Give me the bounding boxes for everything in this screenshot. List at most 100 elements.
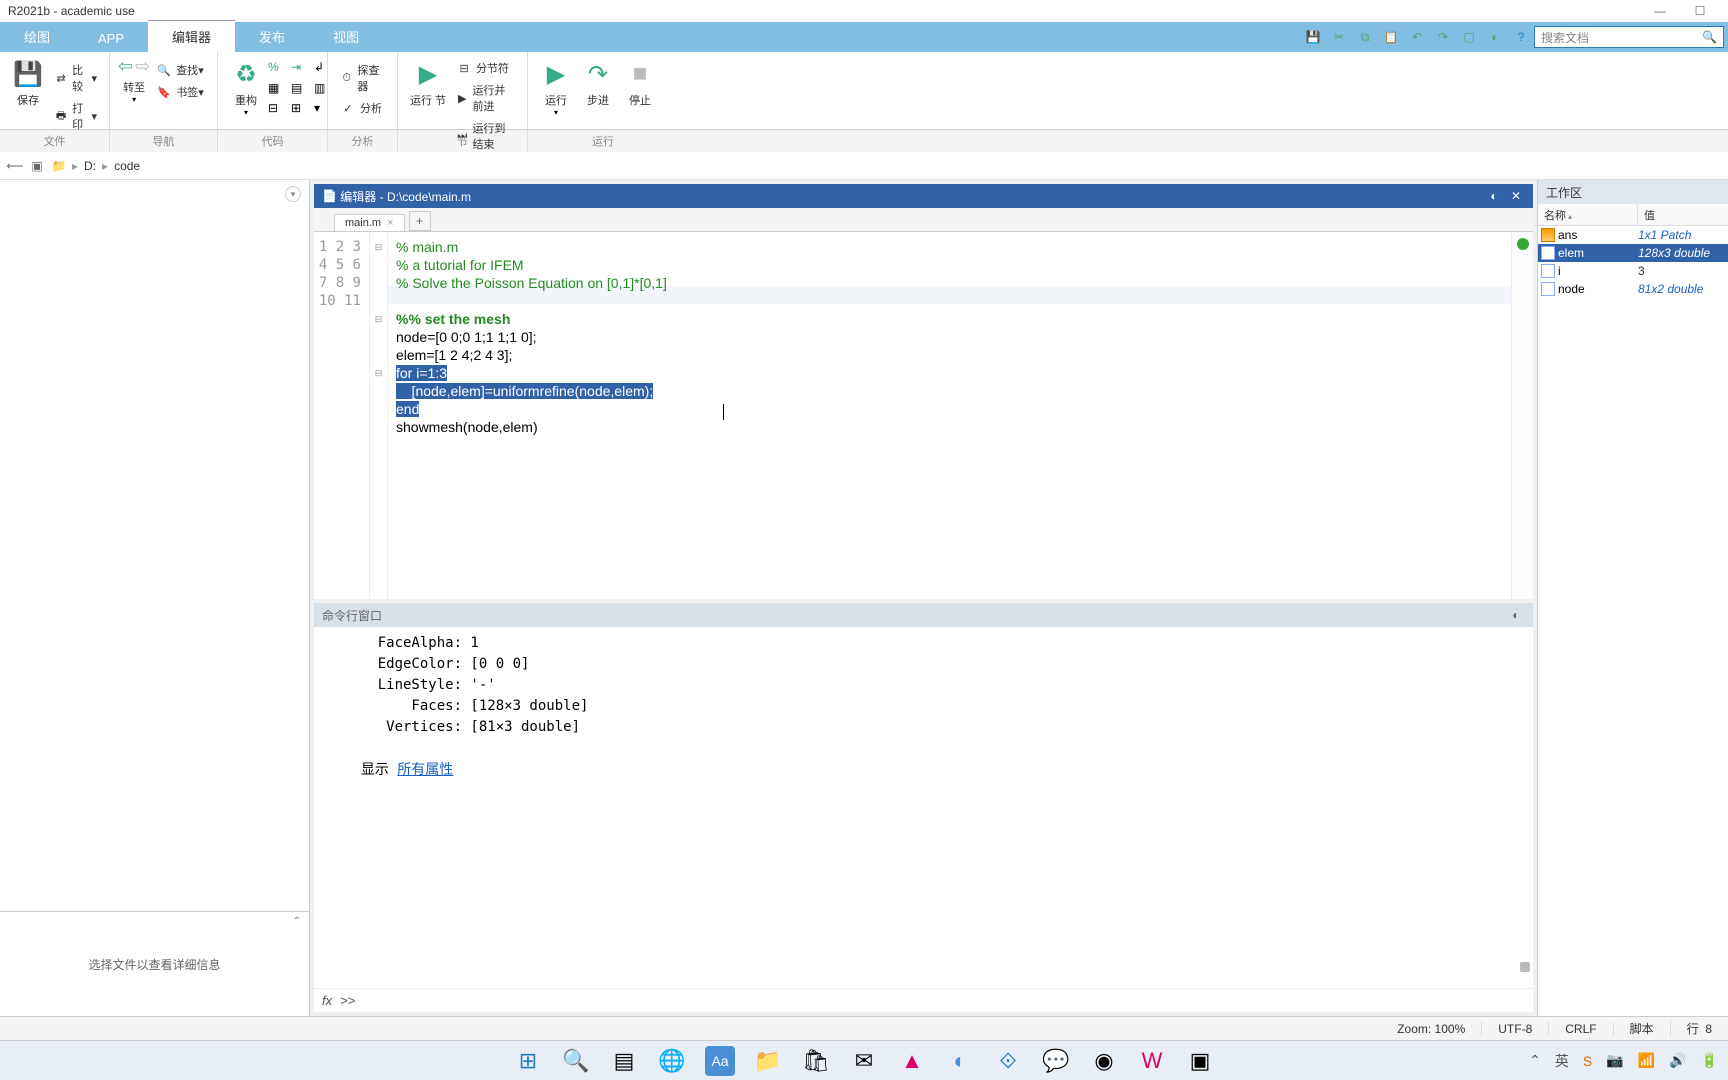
status-bar: Zoom: 100% UTF-8 CRLF 脚本 行 8 — [0, 1016, 1728, 1040]
tab-app[interactable]: APP — [74, 25, 148, 52]
copy-icon[interactable]: ⧉ — [1354, 26, 1376, 48]
section-break-button[interactable]: ⊟分节符 — [452, 58, 519, 78]
search-doc-input[interactable]: 搜索文档 🔍 — [1534, 26, 1724, 48]
undo-icon[interactable]: ↶ — [1406, 26, 1428, 48]
save-quick-icon[interactable]: 💾 — [1302, 26, 1324, 48]
compare-button[interactable]: ⇄比较 ▾ — [50, 60, 101, 96]
command-prompt[interactable]: fx >> — [314, 988, 1533, 1012]
wps-icon[interactable]: W — [1137, 1046, 1167, 1076]
tab-view[interactable]: 视图 — [309, 21, 383, 52]
group-section: 节 — [398, 130, 528, 152]
step-button[interactable]: ↷ 步进 — [578, 56, 618, 119]
tray-battery-icon[interactable]: 🔋 — [1701, 1052, 1718, 1069]
extra-icon[interactable]: ▣ — [1185, 1046, 1215, 1076]
maximize-button[interactable]: ☐ — [1680, 4, 1720, 18]
obs-icon[interactable]: ◉ — [1089, 1046, 1119, 1076]
app-title: R2021b - academic use — [8, 4, 135, 18]
prefs-icon[interactable]: ◐ — [1484, 26, 1506, 48]
play-icon: ▶ — [540, 58, 572, 90]
mail-icon[interactable]: ✉ — [849, 1046, 879, 1076]
run-button[interactable]: ▶ 运行▾ — [536, 56, 576, 119]
workspace-table: 名称▴ 值 ans1x1 Patchelem128x3 doublei3node… — [1538, 204, 1728, 1016]
expand-icon[interactable]: ⊞ — [291, 101, 311, 119]
ws-var-i[interactable]: i3 — [1538, 262, 1728, 280]
tray-camera-icon[interactable]: 📷 — [1606, 1052, 1623, 1069]
save-button[interactable]: 💾 保存 — [8, 56, 48, 134]
status-zoom[interactable]: Zoom: 100% — [1381, 1022, 1482, 1036]
todo-icon[interactable]: ◐ — [945, 1046, 975, 1076]
command-output[interactable]: FaceAlpha: 1 EdgeColor: [0 0 0] LineStyl… — [314, 627, 1533, 988]
search-task-icon[interactable]: 🔍 — [561, 1046, 591, 1076]
command-window-header: 命令行窗口 ◐ — [314, 603, 1533, 627]
folder-icon[interactable]: 📁 — [50, 157, 68, 175]
layout-icon[interactable]: ▢ — [1458, 26, 1480, 48]
current-folder-panel: ▾ ⌃ 选择文件以查看详细信息 — [0, 180, 310, 1016]
redo-icon[interactable]: ↷ — [1432, 26, 1454, 48]
paste-icon[interactable]: 📋 — [1380, 26, 1402, 48]
close-editor-icon[interactable]: ✕ — [1507, 187, 1525, 205]
ws-col-name[interactable]: 名称▴ — [1538, 204, 1638, 225]
decrease-icon[interactable]: ▤ — [291, 81, 311, 99]
indent-icon[interactable]: % — [268, 60, 288, 78]
path-drive[interactable]: D: — [82, 159, 98, 173]
bookmark-button[interactable]: 🔖书签 ▾ — [152, 82, 208, 102]
ws-var-node[interactable]: node81x2 double — [1538, 280, 1728, 298]
print-button[interactable]: 🖶打印 ▾ — [50, 98, 101, 134]
fwd-icon[interactable]: ⇨ — [135, 56, 150, 77]
cmd-menu-icon[interactable]: ◐ — [1507, 606, 1525, 624]
new-tab-button[interactable]: + — [409, 211, 431, 231]
tray-ime-icon[interactable]: 英 — [1555, 1051, 1569, 1071]
tab-editor[interactable]: 编辑器 — [148, 20, 235, 52]
editor-title: 编辑器 - D:\code\main.m — [340, 188, 471, 205]
tray-wifi-icon[interactable]: 📶 — [1638, 1052, 1655, 1069]
details-panel: ⌃ 选择文件以查看详细信息 — [0, 911, 309, 1016]
file-tab-main[interactable]: main.m × — [334, 214, 405, 231]
up-icon[interactable]: ▣ — [28, 157, 46, 175]
tray-input-icon[interactable]: S — [1583, 1053, 1592, 1069]
matlab-icon[interactable]: ▲ — [897, 1046, 927, 1076]
back-nav-icon[interactable]: ⟵ — [6, 157, 24, 175]
chrome-icon[interactable]: 🌐 — [657, 1046, 687, 1076]
current-folder-bar: ⟵ ▣ 📁 ▸ D: ▸ code — [0, 152, 1728, 180]
panel-menu-icon[interactable]: ▾ — [285, 186, 301, 202]
back-icon[interactable]: ⇦ — [118, 56, 133, 77]
ribbon: 💾 保存 ⇄比较 ▾ 🖶打印 ▾ ⇦⇨ 转至▾ 🔍查找 ▾ 🔖书签 ▾ ♻ — [0, 52, 1728, 130]
dict-icon[interactable]: Aa — [705, 1046, 735, 1076]
profiler-button[interactable]: ⏱探查器 — [336, 60, 389, 96]
find-button[interactable]: 🔍查找 ▾ — [152, 60, 208, 80]
minimize-button[interactable]: — — [1640, 4, 1680, 18]
status-line: 行 8 — [1671, 1020, 1728, 1037]
editor-header: 📄 编辑器 - D:\code\main.m ◐ ✕ — [314, 184, 1533, 208]
path-folder[interactable]: code — [112, 159, 142, 173]
goto-button[interactable]: 转至▾ — [123, 77, 145, 104]
tray-volume-icon[interactable]: 🔊 — [1669, 1052, 1686, 1069]
collapse-icon[interactable]: ⌃ — [293, 916, 301, 927]
stop-button[interactable]: ■ 停止 — [620, 56, 660, 119]
fold-icon[interactable]: ⊟ — [268, 101, 288, 119]
stop-icon: ■ — [624, 58, 656, 90]
run-advance-button[interactable]: ▶运行并前进 — [452, 80, 519, 116]
wechat-icon[interactable]: 💬 — [1041, 1046, 1071, 1076]
ws-col-value[interactable]: 值 — [1638, 204, 1661, 225]
refactor-button[interactable]: ♻ 重构▾ — [226, 56, 266, 119]
cmd-title: 命令行窗口 — [322, 607, 382, 624]
tab-publish[interactable]: 发布 — [235, 21, 309, 52]
start-icon[interactable]: ⊞ — [513, 1046, 543, 1076]
taskview-icon[interactable]: ▤ — [609, 1046, 639, 1076]
explorer-icon[interactable]: 📁 — [753, 1046, 783, 1076]
increase-icon[interactable]: ▦ — [268, 81, 288, 99]
analyze-button[interactable]: ✓分析 — [336, 98, 389, 118]
editor-doc-icon: 📄 — [322, 189, 337, 203]
vscode-icon[interactable]: ⟐ — [993, 1046, 1023, 1076]
help-icon[interactable]: ? — [1510, 26, 1532, 48]
tray-up-icon[interactable]: ⌃ — [1529, 1052, 1541, 1069]
dock-icon[interactable]: ◐ — [1485, 187, 1503, 205]
code-editor[interactable]: 1 2 3 4 5 6 7 8 9 10 11 ⊟ ⊟ ⊟ % main.m% … — [314, 232, 1533, 599]
tab-icon[interactable]: ⇥ — [291, 60, 311, 78]
tab-plot[interactable]: 绘图 — [0, 21, 74, 52]
ws-var-ans[interactable]: ans1x1 Patch — [1538, 226, 1728, 244]
close-tab-icon[interactable]: × — [387, 217, 393, 229]
store-icon[interactable]: 🛍 — [801, 1046, 831, 1076]
cut-icon[interactable]: ✂ — [1328, 26, 1350, 48]
ws-var-elem[interactable]: elem128x3 double — [1538, 244, 1728, 262]
